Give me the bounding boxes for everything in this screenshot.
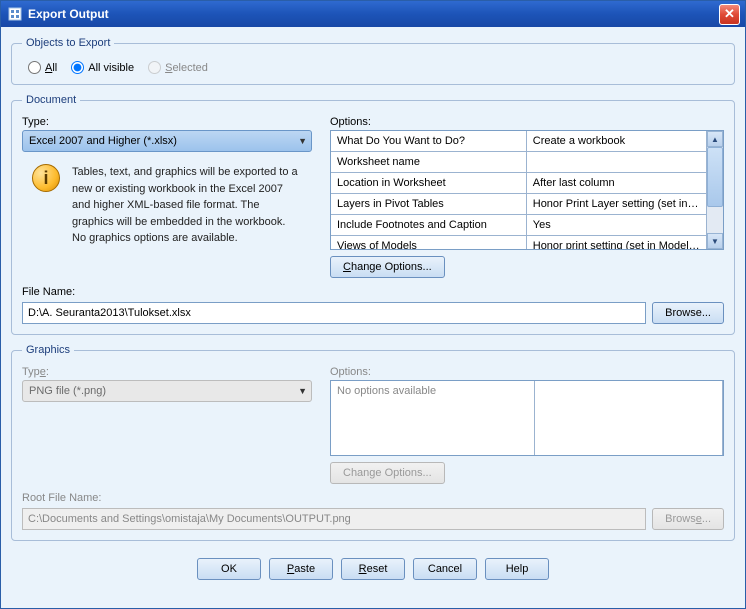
doc-option-key: Location in Worksheet xyxy=(331,173,526,194)
doc-option-value: After last column xyxy=(526,173,706,194)
gfx-type-label: Type: xyxy=(22,366,312,378)
close-button[interactable]: ✕ xyxy=(719,4,740,25)
app-icon xyxy=(7,6,23,22)
gfx-options-label: Options: xyxy=(330,366,724,378)
objects-legend: Objects to Export xyxy=(22,37,114,49)
doc-type-value: Excel 2007 and Higher (*.xlsx) xyxy=(29,135,177,147)
titlebar: Export Output ✕ xyxy=(1,1,745,27)
gfx-browse-button: Browse... xyxy=(652,508,724,530)
doc-options-row[interactable]: Layers in Pivot TablesHonor Print Layer … xyxy=(331,194,707,215)
doc-option-value: Honor Print Layer setting (set in Tabl..… xyxy=(526,194,706,215)
gfx-type-combo: PNG file (*.png) ▼ xyxy=(22,380,312,402)
radio-all-visible-input[interactable] xyxy=(71,61,84,74)
doc-type-combo[interactable]: Excel 2007 and Higher (*.xlsx) ▼ xyxy=(22,130,312,152)
doc-change-options-button[interactable]: Change Options... xyxy=(330,256,445,278)
doc-options-row[interactable]: Location in WorksheetAfter last column xyxy=(331,173,707,194)
close-icon: ✕ xyxy=(724,6,735,22)
file-name-input[interactable] xyxy=(22,302,646,324)
reset-button[interactable]: Reset xyxy=(341,558,405,580)
doc-option-key: Views of Models xyxy=(331,236,526,250)
doc-options-row[interactable]: Worksheet name xyxy=(331,152,707,173)
radio-all[interactable]: All xyxy=(28,61,57,74)
scroll-track[interactable] xyxy=(707,147,723,233)
help-button[interactable]: Help xyxy=(485,558,549,580)
graphics-legend: Graphics xyxy=(22,344,74,356)
graphics-group: Graphics Type: PNG file (*.png) ▼ Option… xyxy=(11,344,735,541)
cancel-button[interactable]: Cancel xyxy=(413,558,477,580)
window-title: Export Output xyxy=(28,7,719,21)
scroll-down-icon[interactable]: ▼ xyxy=(707,233,723,249)
doc-option-value: Yes xyxy=(526,215,706,236)
objects-to-export-group: Objects to Export All All visible Select… xyxy=(11,37,735,85)
doc-options-scrollbar[interactable]: ▲ ▼ xyxy=(707,131,723,249)
paste-button[interactable]: Paste xyxy=(269,558,333,580)
doc-type-label: Type: xyxy=(22,116,312,128)
doc-options-row[interactable]: Include Footnotes and CaptionYes xyxy=(331,215,707,236)
root-file-name-label: Root File Name: xyxy=(22,492,724,504)
doc-options-label: Options: xyxy=(330,116,724,128)
doc-option-value xyxy=(526,152,706,173)
doc-options-row[interactable]: Views of ModelsHonor print setting (set … xyxy=(331,236,707,250)
gfx-no-options: No options available xyxy=(331,381,535,455)
dialog-body: Objects to Export All All visible Select… xyxy=(1,27,745,608)
doc-option-key: What Do You Want to Do? xyxy=(331,131,526,152)
doc-browse-button[interactable]: Browse... xyxy=(652,302,724,324)
bottom-button-row: OK Paste Reset Cancel Help xyxy=(11,550,735,584)
doc-options-table-wrap: What Do You Want to Do?Create a workbook… xyxy=(330,130,724,250)
doc-option-key: Worksheet name xyxy=(331,152,526,173)
doc-option-value: Honor print setting (set in Model Vie... xyxy=(526,236,706,250)
doc-info-box: i Tables, text, and graphics will be exp… xyxy=(22,162,312,247)
doc-info-text: Tables, text, and graphics will be expor… xyxy=(72,164,302,247)
gfx-change-options-button: Change Options... xyxy=(330,462,445,484)
doc-option-value: Create a workbook xyxy=(526,131,706,152)
ok-button[interactable]: OK xyxy=(197,558,261,580)
doc-options-table[interactable]: What Do You Want to Do?Create a workbook… xyxy=(331,131,707,249)
scroll-up-icon[interactable]: ▲ xyxy=(707,131,723,147)
document-group: Document Type: Excel 2007 and Higher (*.… xyxy=(11,94,735,335)
export-output-dialog: Export Output ✕ Objects to Export All Al… xyxy=(0,0,746,609)
chevron-down-icon: ▼ xyxy=(298,136,307,146)
root-file-name-input xyxy=(22,508,646,530)
radio-selected-input xyxy=(148,61,161,74)
doc-option-key: Layers in Pivot Tables xyxy=(331,194,526,215)
radio-all-visible[interactable]: All visible xyxy=(71,61,134,74)
gfx-options-box: No options available xyxy=(330,380,724,456)
chevron-down-icon: ▼ xyxy=(298,386,307,396)
info-icon: i xyxy=(32,164,60,192)
file-name-label: File Name: xyxy=(22,286,724,298)
document-legend: Document xyxy=(22,94,80,106)
objects-radio-row: All All visible Selected xyxy=(22,59,724,74)
gfx-type-value: PNG file (*.png) xyxy=(29,385,106,397)
radio-all-visible-label: All visible xyxy=(88,62,134,74)
radio-selected: Selected xyxy=(148,61,208,74)
radio-all-input[interactable] xyxy=(28,61,41,74)
doc-option-key: Include Footnotes and Caption xyxy=(331,215,526,236)
doc-options-row[interactable]: What Do You Want to Do?Create a workbook xyxy=(331,131,707,152)
scroll-thumb[interactable] xyxy=(707,147,723,207)
